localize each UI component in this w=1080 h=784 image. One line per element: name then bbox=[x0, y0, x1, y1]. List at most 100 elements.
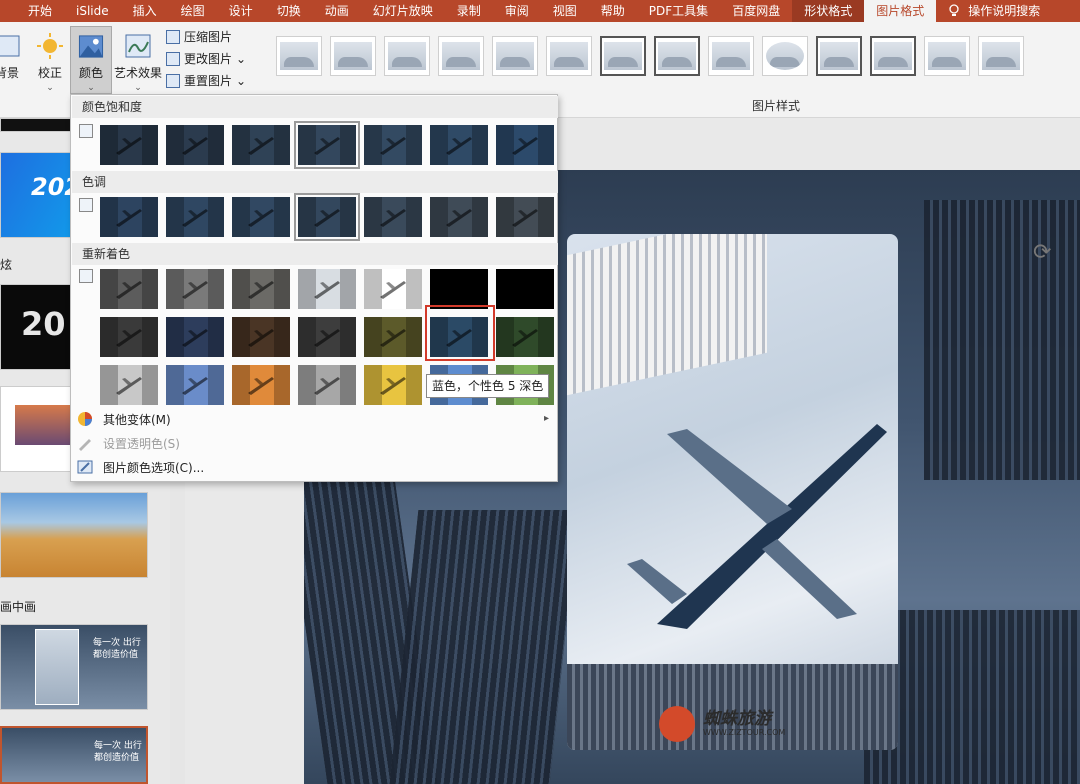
tab-home[interactable]: 开始 bbox=[16, 0, 64, 22]
tab-transitions[interactable]: 切换 bbox=[265, 0, 313, 22]
recolor-swatch[interactable] bbox=[364, 317, 422, 357]
artistic-effects-label: 艺术效果 bbox=[113, 66, 162, 80]
recolor-swatch[interactable] bbox=[166, 269, 224, 309]
tone-swatch[interactable] bbox=[430, 197, 488, 237]
submenu-arrow-icon: ▸ bbox=[543, 413, 549, 424]
recolor-swatch[interactable] bbox=[100, 317, 158, 357]
color-options-item[interactable]: 图片颜色选项(C)... bbox=[77, 457, 204, 477]
set-transparent-item[interactable]: 设置透明色(S) bbox=[77, 433, 180, 453]
recolor-swatch[interactable] bbox=[364, 365, 422, 405]
recolor-icon bbox=[79, 269, 93, 283]
reset-picture-button[interactable]: 重置图片 ⌄ bbox=[166, 72, 246, 89]
more-variants-label: 其他变体(M) bbox=[103, 412, 171, 427]
recolor-swatch[interactable] bbox=[100, 269, 158, 309]
slide-thumbnail-selected[interactable]: 每一次 出行 都创造价值 bbox=[0, 726, 148, 784]
corrections-button[interactable]: 校正 ⌄ bbox=[32, 26, 68, 93]
saturation-swatch[interactable] bbox=[364, 125, 422, 165]
recolor-swatch[interactable] bbox=[166, 317, 224, 357]
more-variants-item[interactable]: 其他变体(M) bbox=[77, 409, 171, 429]
recolor-swatch[interactable] bbox=[364, 269, 422, 309]
tone-header: 色调 bbox=[72, 171, 558, 193]
tab-baidu-disk[interactable]: 百度网盘 bbox=[720, 0, 792, 22]
picture-style-10[interactable] bbox=[762, 36, 808, 76]
tone-swatch[interactable] bbox=[364, 197, 422, 237]
recolor-swatch[interactable] bbox=[166, 365, 224, 405]
tab-pdf-tools[interactable]: PDF工具集 bbox=[637, 0, 720, 22]
picture-style-8[interactable] bbox=[654, 36, 700, 76]
recolor-swatch[interactable] bbox=[232, 365, 290, 405]
recolor-swatch[interactable] bbox=[298, 269, 356, 309]
tab-picture-format[interactable]: 图片格式 bbox=[864, 0, 937, 22]
picture-style-9[interactable] bbox=[708, 36, 754, 76]
recolor-swatch[interactable] bbox=[232, 269, 290, 309]
recolor-swatch[interactable] bbox=[430, 269, 488, 309]
saturation-swatch[interactable] bbox=[294, 121, 360, 169]
picture-style-13[interactable] bbox=[924, 36, 970, 76]
picture-style-2[interactable] bbox=[330, 36, 376, 76]
picture-style-7[interactable] bbox=[600, 36, 646, 76]
tab-animations[interactable]: 动画 bbox=[313, 0, 361, 22]
picture-style-3[interactable] bbox=[384, 36, 430, 76]
recolor-swatch[interactable] bbox=[298, 317, 356, 357]
saturation-swatch[interactable] bbox=[100, 125, 158, 165]
brand-logo bbox=[659, 706, 695, 742]
chevron-down-icon: ⌄ bbox=[236, 73, 247, 88]
chevron-down-icon: ⌄ bbox=[134, 83, 142, 93]
tab-design[interactable]: 设计 bbox=[217, 0, 265, 22]
reset-picture-label: 重置图片 bbox=[184, 74, 233, 88]
sun-icon bbox=[37, 33, 63, 59]
recolor-swatch[interactable] bbox=[298, 365, 356, 405]
background-icon bbox=[0, 35, 20, 57]
recolor-swatch[interactable] bbox=[496, 269, 554, 309]
palette-icon bbox=[78, 412, 92, 426]
tab-help[interactable]: 帮助 bbox=[589, 0, 637, 22]
picture-style-11[interactable] bbox=[816, 36, 862, 76]
picture-style-12[interactable] bbox=[870, 36, 916, 76]
section-label: 炫 bbox=[0, 258, 13, 272]
selected-picture[interactable]: 蜘蛛旅游 WWW.ZIZTOUR.COM bbox=[567, 234, 898, 750]
rotate-handle-icon[interactable]: ⟳ bbox=[1033, 240, 1051, 265]
change-picture-button[interactable]: 更改图片 ⌄ bbox=[166, 50, 246, 67]
remove-background-button[interactable]: 背景 bbox=[0, 26, 22, 81]
tone-swatch[interactable] bbox=[166, 197, 224, 237]
tab-review[interactable]: 审阅 bbox=[493, 0, 541, 22]
saturation-swatch[interactable] bbox=[232, 125, 290, 165]
recolor-header: 重新着色 bbox=[72, 243, 558, 265]
transparent-pen-icon bbox=[79, 439, 91, 451]
picture-style-14[interactable] bbox=[978, 36, 1024, 76]
tab-view[interactable]: 视图 bbox=[541, 0, 589, 22]
picture-style-1[interactable] bbox=[276, 36, 322, 76]
saturation-swatch[interactable] bbox=[166, 125, 224, 165]
saturation-swatch[interactable] bbox=[496, 125, 554, 165]
recolor-swatch[interactable] bbox=[232, 317, 290, 357]
chevron-down-icon: ⌄ bbox=[236, 51, 247, 66]
color-button[interactable]: 颜色 ⌄ bbox=[70, 26, 112, 94]
tab-insert[interactable]: 插入 bbox=[121, 0, 169, 22]
chevron-down-icon: ⌄ bbox=[87, 83, 95, 93]
compress-pictures-button[interactable]: 压缩图片 bbox=[166, 28, 232, 45]
artistic-effects-button[interactable]: 艺术效果 ⌄ bbox=[112, 26, 164, 93]
slide-thumbnail[interactable]: 每一次 出行 都创造价值 bbox=[0, 624, 148, 710]
picture-style-6[interactable] bbox=[546, 36, 592, 76]
recolor-swatch[interactable] bbox=[496, 317, 554, 357]
tab-record[interactable]: 录制 bbox=[445, 0, 493, 22]
tab-islide[interactable]: iSlide bbox=[64, 0, 121, 22]
tone-swatch[interactable] bbox=[294, 193, 360, 241]
saturation-header: 颜色饱和度 bbox=[72, 96, 558, 118]
tab-slideshow[interactable]: 幻灯片放映 bbox=[361, 0, 445, 22]
section-label: 画中画 bbox=[0, 600, 37, 614]
background-label: 背景 bbox=[0, 66, 19, 80]
tab-shape-format[interactable]: 形状格式 bbox=[792, 0, 865, 22]
change-picture-icon bbox=[166, 51, 180, 66]
highlight-box bbox=[425, 305, 495, 361]
picture-style-5[interactable] bbox=[492, 36, 538, 76]
tab-draw[interactable]: 绘图 bbox=[169, 0, 217, 22]
recolor-swatch[interactable] bbox=[100, 365, 158, 405]
tell-me-search[interactable]: 操作说明搜索 bbox=[936, 0, 1052, 22]
tone-swatch[interactable] bbox=[496, 197, 554, 237]
saturation-swatch[interactable] bbox=[430, 125, 488, 165]
tone-swatch[interactable] bbox=[100, 197, 158, 237]
tone-swatch[interactable] bbox=[232, 197, 290, 237]
slide-thumbnail[interactable] bbox=[0, 492, 148, 578]
picture-style-4[interactable] bbox=[438, 36, 484, 76]
